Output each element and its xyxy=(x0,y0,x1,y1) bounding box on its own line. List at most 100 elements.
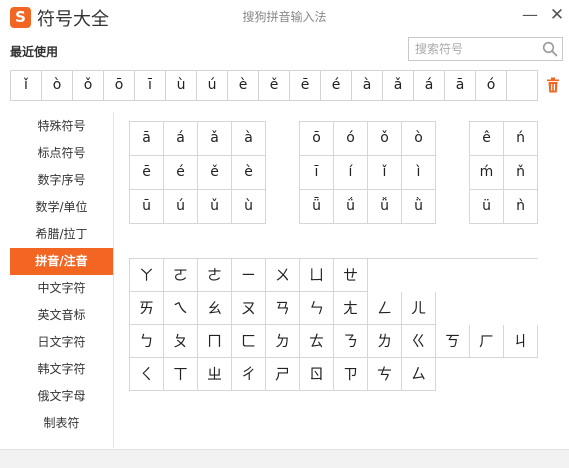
sidebar-item[interactable]: 数字序号 xyxy=(10,167,113,194)
recent-symbol[interactable]: ǎ xyxy=(383,71,414,100)
pinyin-symbol[interactable]: ò xyxy=(402,122,436,156)
zhuyin-symbol[interactable]: ㄒ xyxy=(164,358,198,391)
pinyin-symbol[interactable]: ě xyxy=(198,156,232,190)
zhuyin-symbol[interactable]: ㄈ xyxy=(232,325,266,358)
pinyin-symbol[interactable]: ī xyxy=(300,156,334,190)
zhuyin-symbol[interactable]: ㄣ xyxy=(300,292,334,325)
zhuyin-symbol[interactable]: ㄇ xyxy=(198,325,232,358)
pinyin-symbol[interactable]: ā xyxy=(130,122,164,156)
zhuyin-symbol[interactable]: ㄍ xyxy=(402,325,436,358)
recent-symbol[interactable]: á xyxy=(414,71,445,100)
zhuyin-symbol[interactable]: ㄢ xyxy=(266,292,300,325)
sidebar-item[interactable]: 特殊符号 xyxy=(10,113,113,140)
recent-symbol[interactable]: ó xyxy=(476,71,507,100)
zhuyin-symbol[interactable]: ㄓ xyxy=(198,358,232,391)
zhuyin-symbol[interactable]: ㄜ xyxy=(198,259,232,292)
zhuyin-symbol[interactable]: ㄘ xyxy=(368,358,402,391)
pinyin-symbol[interactable]: á xyxy=(164,122,198,156)
pinyin-symbol[interactable]: ǹ xyxy=(504,190,538,224)
zhuyin-symbol[interactable]: ㄠ xyxy=(198,292,232,325)
sidebar-item[interactable]: 中文字符 xyxy=(10,275,113,302)
recent-symbol[interactable]: è xyxy=(228,71,259,100)
pinyin-symbol[interactable]: ǜ xyxy=(402,190,436,224)
zhuyin-symbol[interactable]: ㄎ xyxy=(436,325,470,358)
zhuyin-symbol[interactable]: ㄦ xyxy=(402,292,436,325)
recent-symbol[interactable]: ō xyxy=(104,71,135,100)
search-box[interactable] xyxy=(408,37,563,61)
zhuyin-symbol[interactable]: ㄡ xyxy=(232,292,266,325)
search-icon[interactable] xyxy=(542,41,558,57)
zhuyin-symbol[interactable]: ㄋ xyxy=(334,325,368,358)
pinyin-symbol[interactable]: ǒ xyxy=(368,122,402,156)
zhuyin-symbol[interactable]: ㄧ xyxy=(232,259,266,292)
sidebar-item[interactable]: 英文音标 xyxy=(10,302,113,329)
zhuyin-symbol[interactable]: ㄞ xyxy=(130,292,164,325)
zhuyin-symbol[interactable]: ㄕ xyxy=(266,358,300,391)
close-button[interactable]: ✕ xyxy=(545,4,569,28)
pinyin-symbol[interactable]: ì xyxy=(402,156,436,190)
pinyin-symbol[interactable]: ǎ xyxy=(198,122,232,156)
pinyin-symbol[interactable]: ē xyxy=(130,156,164,190)
pinyin-symbol[interactable]: ù xyxy=(232,190,266,224)
pinyin-symbol[interactable]: ǖ xyxy=(300,190,334,224)
pinyin-symbol[interactable]: ó xyxy=(334,122,368,156)
pinyin-symbol[interactable]: à xyxy=(232,122,266,156)
pinyin-symbol[interactable]: ḿ xyxy=(470,156,504,190)
zhuyin-symbol[interactable]: ㄤ xyxy=(334,292,368,325)
zhuyin-symbol[interactable]: ㄗ xyxy=(334,358,368,391)
zhuyin-symbol[interactable]: ㄨ xyxy=(266,259,300,292)
pinyin-symbol[interactable]: ǔ xyxy=(198,190,232,224)
pinyin-symbol[interactable]: ō xyxy=(300,122,334,156)
pinyin-symbol[interactable]: é xyxy=(164,156,198,190)
zhuyin-symbol[interactable]: ㄚ xyxy=(130,259,164,292)
zhuyin-symbol[interactable]: ㄙ xyxy=(402,358,436,391)
zhuyin-symbol[interactable]: ㄏ xyxy=(470,325,504,358)
pinyin-symbol[interactable]: ǐ xyxy=(368,156,402,190)
recent-symbol[interactable]: à xyxy=(352,71,383,100)
zhuyin-symbol[interactable]: ㄖ xyxy=(300,358,334,391)
sidebar-item[interactable]: 韩文字符 xyxy=(10,356,113,383)
zhuyin-symbol[interactable]: ㄩ xyxy=(300,259,334,292)
pinyin-symbol[interactable]: ú xyxy=(164,190,198,224)
recent-symbol[interactable]: ú xyxy=(197,71,228,100)
recent-symbol[interactable]: ǒ xyxy=(73,71,104,100)
zhuyin-symbol[interactable]: ㄛ xyxy=(164,259,198,292)
pinyin-symbol[interactable]: ň xyxy=(504,156,538,190)
search-input[interactable] xyxy=(409,38,537,60)
pinyin-symbol[interactable]: ê xyxy=(470,122,504,156)
recent-symbol[interactable]: ù xyxy=(166,71,197,100)
sidebar-item[interactable]: 日文字符 xyxy=(10,329,113,356)
zhuyin-symbol[interactable]: ㄥ xyxy=(368,292,402,325)
pinyin-symbol[interactable]: ń xyxy=(504,122,538,156)
minimize-button[interactable]: — xyxy=(518,4,542,28)
recent-symbol[interactable] xyxy=(507,71,538,100)
pinyin-symbol[interactable]: ū xyxy=(130,190,164,224)
recent-symbol[interactable]: ā xyxy=(445,71,476,100)
recent-symbol[interactable]: é xyxy=(321,71,352,100)
pinyin-symbol[interactable]: è xyxy=(232,156,266,190)
pinyin-symbol[interactable]: ǘ xyxy=(334,190,368,224)
zhuyin-symbol[interactable]: ㄝ xyxy=(334,259,368,292)
zhuyin-symbol[interactable]: ㄊ xyxy=(300,325,334,358)
zhuyin-symbol[interactable]: ㄆ xyxy=(164,325,198,358)
sidebar-item[interactable]: 希腊/拉丁 xyxy=(10,221,113,248)
sidebar-item[interactable]: 标点符号 xyxy=(10,140,113,167)
sidebar-item[interactable]: 数学/单位 xyxy=(10,194,113,221)
zhuyin-symbol[interactable]: ㄉ xyxy=(266,325,300,358)
zhuyin-symbol[interactable]: ㄔ xyxy=(232,358,266,391)
recent-symbol[interactable]: ē xyxy=(290,71,321,100)
zhuyin-symbol[interactable]: ㄐ xyxy=(504,325,538,358)
pinyin-symbol[interactable]: ü xyxy=(470,190,504,224)
pinyin-symbol[interactable]: ǚ xyxy=(368,190,402,224)
recent-symbol[interactable]: ò xyxy=(42,71,73,100)
sidebar-item[interactable]: 拼音/注音 xyxy=(10,248,113,275)
zhuyin-symbol[interactable]: ㄟ xyxy=(164,292,198,325)
recent-symbol[interactable]: ǐ xyxy=(11,71,42,100)
sidebar-item[interactable]: 俄文字母 xyxy=(10,383,113,410)
trash-icon[interactable] xyxy=(546,77,560,93)
zhuyin-symbol[interactable]: ㄌ xyxy=(368,325,402,358)
sidebar-item[interactable]: 制表符 xyxy=(10,410,113,437)
pinyin-symbol[interactable]: í xyxy=(334,156,368,190)
recent-symbol[interactable]: ī xyxy=(135,71,166,100)
zhuyin-symbol[interactable]: ㄑ xyxy=(130,358,164,391)
